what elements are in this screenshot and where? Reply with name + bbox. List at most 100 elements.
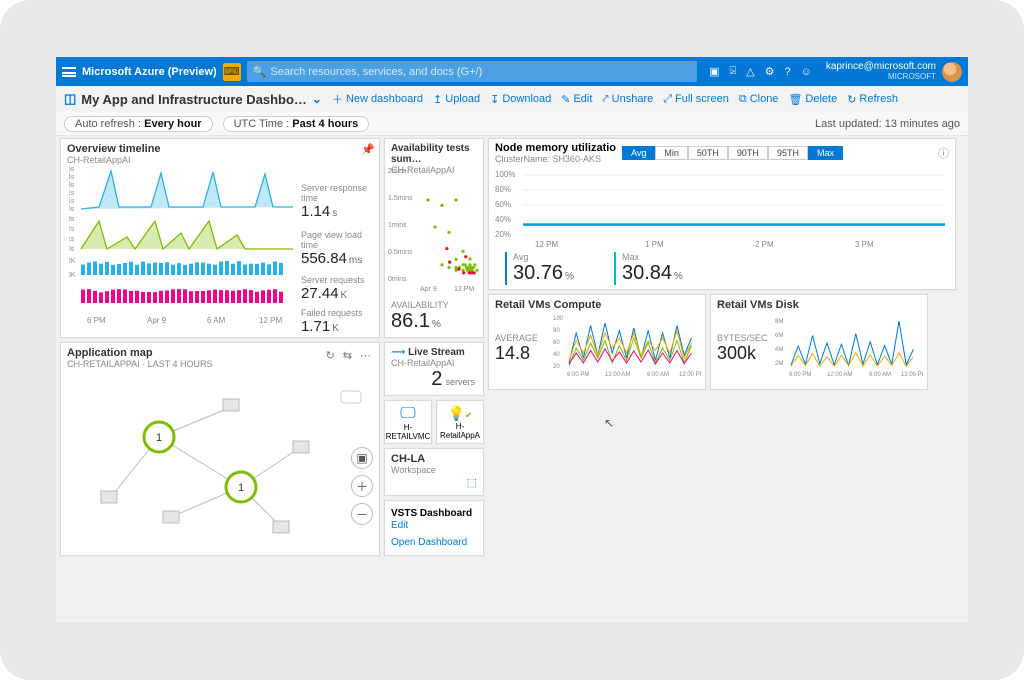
svg-text:0mins: 0mins (388, 276, 407, 283)
svg-text:0s: 0s (69, 206, 75, 213)
tile-title: Availability tests sum… (385, 139, 483, 165)
breadcrumb-bar: ◫ My App and Infrastructure Dashbo… ⌄ ＋N… (56, 86, 968, 112)
tile-overview-timeline[interactable]: Overview timeline CH-RetailAppAI 📌 5s4s3… (60, 138, 380, 338)
tile-live-stream[interactable]: ⟿ Live Stream CH-RetailAppAI 2 servers (384, 342, 484, 396)
svg-text:12:00 AM: 12:00 AM (827, 372, 852, 377)
retail-disk-chart: 8M6M4M2M 6:00 PM12:00 AM6:00 AM12:00 PM (775, 313, 923, 377)
unshare-button[interactable]: ⤤Unshare (602, 93, 653, 106)
zoom-out-icon[interactable]: － (351, 503, 373, 525)
tile-ch-la[interactable]: CH-LA Workspace ⬚ (384, 448, 484, 496)
svg-text:80: 80 (553, 328, 560, 334)
tile-retail-appai[interactable]: 💡✔ H-RetailAppA (436, 400, 484, 444)
svg-text:12 PM: 12 PM (454, 286, 474, 293)
svg-text:1s: 1s (69, 198, 75, 205)
tile-application-map[interactable]: Application map CH-RETAILAPPAI · LAST 4 … (60, 342, 380, 556)
notifications-icon[interactable]: △ (746, 65, 754, 78)
svg-text:1: 1 (238, 482, 244, 494)
fullscreen-icon: ⤢ (663, 93, 672, 106)
svg-text:80%: 80% (495, 185, 511, 194)
menu-icon[interactable] (62, 67, 76, 77)
mouse-cursor-icon: ↖ (604, 416, 614, 430)
retail-compute-chart: 10080604020 6:00 PM12:00 AM6:00 AM12:00 … (553, 313, 701, 377)
edit-icon: ✎ (561, 93, 570, 106)
clone-icon: ⧉ (739, 93, 747, 106)
account-email: kaprince@microsoft.com (826, 62, 936, 73)
tile-node-memory[interactable]: Node memory utilizatio ClusterName: SH36… (488, 138, 956, 290)
toggle-avg[interactable]: Avg (622, 146, 655, 160)
svg-text:Apr 9: Apr 9 (147, 316, 167, 325)
upload-button[interactable]: ↥Upload (433, 93, 480, 106)
avatar[interactable] (942, 62, 962, 82)
svg-text:0s: 0s (69, 246, 75, 253)
info-icon[interactable]: ⓘ (938, 145, 949, 161)
svg-text:5s: 5s (69, 166, 75, 173)
svg-text:60%: 60% (495, 200, 511, 209)
delete-icon: 🗑 (788, 93, 802, 106)
account-block[interactable]: kaprince@microsoft.com MICROSOFT (826, 62, 936, 81)
page-title: ◫ My App and Infrastructure Dashbo… ⌄ (64, 91, 322, 107)
feedback-icon[interactable]: ☺ (801, 66, 812, 78)
svg-text:0.5mins: 0.5mins (388, 249, 413, 256)
toggle-50th[interactable]: 50TH (688, 146, 728, 160)
search-icon: 🔍 (253, 65, 267, 78)
svg-text:6:00 AM: 6:00 AM (869, 372, 891, 377)
node-memory-toggle[interactable]: AvgMin50TH90TH95THMax (622, 146, 843, 160)
svg-text:1: 1 (156, 432, 162, 444)
toggle-95th[interactable]: 95TH (768, 146, 808, 160)
clone-button[interactable]: ⧉Clone (739, 93, 779, 106)
more-icon[interactable]: ⋯ (360, 349, 371, 362)
tile-vsts[interactable]: VSTS Dashboard Edit Open Dashboard (384, 500, 484, 556)
tile-retail-disk[interactable]: Retail VMs Disk BYTES/SEC 300k 8M6M4M2M … (710, 294, 928, 390)
plus-icon: ＋ (332, 91, 343, 107)
search-placeholder: Search resources, services, and docs (G+… (270, 66, 482, 78)
search-input[interactable]: 🔍 Search resources, services, and docs (… (247, 61, 697, 82)
auto-refresh-pill[interactable]: Auto refresh : Every hour (64, 116, 213, 132)
refresh-icon[interactable]: ↻ (326, 349, 335, 362)
tile-title: Retail VMs Disk (711, 295, 927, 311)
svg-text:100: 100 (553, 316, 564, 322)
download-button[interactable]: ↧Download (490, 93, 551, 106)
utc-time-pill[interactable]: UTC Time : Past 4 hours (223, 116, 370, 132)
delete-button[interactable]: 🗑Delete (788, 93, 837, 106)
refresh-button[interactable]: ↻Refresh (847, 93, 898, 106)
svg-text:20%: 20% (495, 230, 511, 239)
filter-icon[interactable]: ⍄ (730, 65, 737, 78)
live-stream-icon: ⟿ Live Stream (391, 347, 477, 358)
svg-text:0K: 0K (69, 272, 76, 279)
new-dashboard-button[interactable]: ＋New dashboard (332, 91, 423, 107)
svg-text:6:00 PM: 6:00 PM (567, 372, 589, 377)
svg-text:6:00 PM: 6:00 PM (789, 372, 811, 377)
refresh-icon: ↻ (847, 93, 856, 106)
directory-icon[interactable]: ▣ (709, 65, 719, 78)
node-memory-chart: 100% 80% 60% 40% 20% 12 PM 1 PM 2 PM 3 P… (495, 169, 951, 249)
svg-text:4s: 4s (69, 174, 75, 181)
pin-icon[interactable]: 📌 (361, 143, 375, 156)
svg-text:60: 60 (553, 340, 560, 346)
svg-text:6M: 6M (775, 333, 783, 339)
tile-retail-vmc[interactable]: 🖵 H-RETAILVMC (384, 400, 432, 444)
tile-availability[interactable]: Availability tests sum… CH-RetailAppAI 2… (384, 138, 484, 338)
overview-sparklines: 5s4s3s2s1s0s 3s2s1s0s 2K0K 6 PM Apr 9 6 … (69, 163, 297, 331)
svg-text:2mins: 2mins (388, 168, 407, 175)
cloud-shell-icon[interactable]: ⌨ (223, 63, 241, 81)
chevron-down-icon[interactable]: ⌄ (312, 92, 322, 106)
fullscreen-button[interactable]: ⤢Full screen (663, 93, 729, 106)
page-title-text: My App and Infrastructure Dashbo… (81, 92, 307, 107)
toggle-90th[interactable]: 90TH (728, 146, 768, 160)
vsts-edit-link[interactable]: Edit (391, 520, 408, 531)
fit-icon[interactable]: ▣ (351, 447, 373, 469)
settings-icon[interactable]: ⚙ (765, 65, 775, 78)
svg-text:12 PM: 12 PM (259, 316, 282, 325)
toggle-max[interactable]: Max (808, 146, 843, 160)
tile-retail-compute[interactable]: Retail VMs Compute AVERAGE 14.8 10080604… (488, 294, 706, 390)
vsts-open-link[interactable]: Open Dashboard (391, 537, 477, 548)
tile-title: VSTS Dashboard (391, 508, 472, 519)
filter-bar: Auto refresh : Every hour UTC Time : Pas… (56, 112, 968, 136)
toggle-min[interactable]: Min (655, 146, 688, 160)
svg-text:12 PM: 12 PM (535, 240, 558, 249)
help-icon[interactable]: ? (784, 66, 790, 78)
svg-text:40%: 40% (495, 215, 511, 224)
edit-button[interactable]: ✎Edit (561, 93, 592, 106)
layout-icon[interactable]: ⇆ (343, 349, 352, 362)
zoom-in-icon[interactable]: ＋ (351, 475, 373, 497)
